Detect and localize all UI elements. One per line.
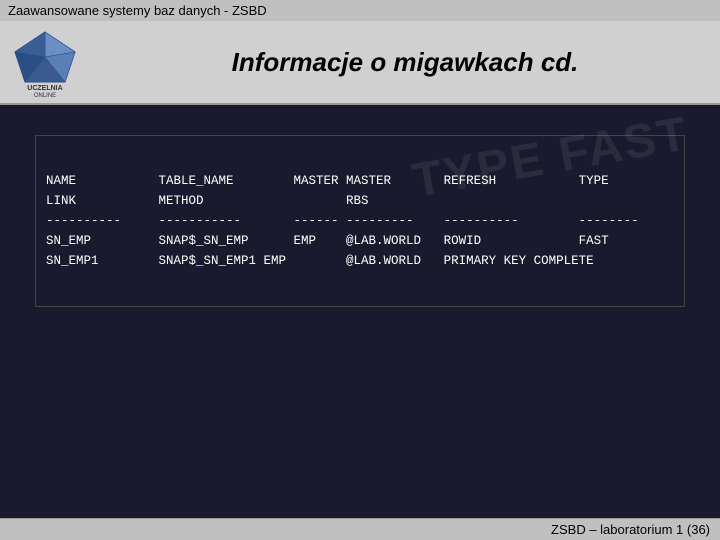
logo: UCZELNIA ONLINE xyxy=(10,27,80,97)
code-line-5: SN_EMP1 SNAP$_SN_EMP1 EMP @LAB.WORLD PRI… xyxy=(46,254,594,268)
code-block: NAME TABLE_NAME MASTER MASTER REFRESH TY… xyxy=(35,135,685,307)
footer-text: ZSBD – laboratorium 1 (36) xyxy=(551,522,710,537)
svg-text:UCZELNIA: UCZELNIA xyxy=(27,85,62,92)
code-line-3: ---------- ----------- ------ --------- … xyxy=(46,214,639,228)
code-line-4: SN_EMP SNAP$_SN_EMP EMP @LAB.WORLD ROWID… xyxy=(46,234,609,248)
header: UCZELNIA ONLINE Informacje o migawkach c… xyxy=(0,21,720,105)
top-bar: Zaawansowane systemy baz danych - ZSBD xyxy=(0,0,720,21)
main-content: NAME TABLE_NAME MASTER MASTER REFRESH TY… xyxy=(0,105,720,327)
footer: ZSBD – laboratorium 1 (36) xyxy=(0,518,720,540)
code-line-2: LINK METHOD RBS xyxy=(46,194,369,208)
svg-text:ONLINE: ONLINE xyxy=(34,93,56,97)
header-title: Informacje o migawkach cd. xyxy=(100,47,710,78)
code-line-1: NAME TABLE_NAME MASTER MASTER REFRESH TY… xyxy=(46,174,609,188)
top-bar-title: Zaawansowane systemy baz danych - ZSBD xyxy=(8,3,267,18)
